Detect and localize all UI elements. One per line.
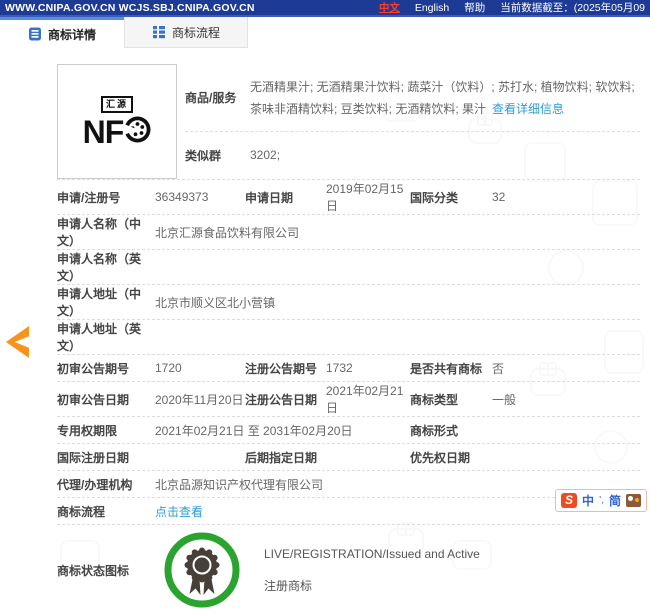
field-label: 申请人名称（中文） xyxy=(57,215,155,249)
table-row: 申请人地址（中文） 北京市顺义区北小营镇 xyxy=(57,285,640,320)
nfc-logo: NF xyxy=(83,116,152,148)
field-label: 代理/办理机构 xyxy=(57,476,155,493)
field-label: 注册公告日期 xyxy=(245,391,326,408)
trademark-status-row: 商标状态图标 LIVE/REGIST xyxy=(57,525,650,615)
field-value: 36349373 xyxy=(155,190,245,204)
help-link[interactable]: 帮助 xyxy=(464,0,485,15)
field-label: 是否共有商标 xyxy=(410,360,492,377)
table-row: 申请人地址（英文） xyxy=(57,320,640,355)
field-label: 后期指定日期 xyxy=(245,449,326,466)
field-label: 注册公告期号 xyxy=(245,360,326,377)
table-row: 专用权期限 2021年02月21日 至 2031年02月20日 商标形式 xyxy=(57,417,640,444)
field-label: 商标形式 xyxy=(410,422,492,439)
trademark-detail-panel: 汇源 NF 商品/服务 无酒精果汁; 无酒精果汁饮料; 蔬菜汁（饮料）; 苏打水… xyxy=(0,64,650,615)
field-label: 初审公告期号 xyxy=(57,360,155,377)
field-label: 申请人名称（英文） xyxy=(57,250,155,284)
ime-chinese-mode[interactable]: 中 xyxy=(582,492,594,509)
ime-skin-icon[interactable] xyxy=(626,494,641,507)
field-value: 否 xyxy=(492,360,640,377)
field-label: 申请人地址（英文） xyxy=(57,320,155,354)
site-url: WWW.CNIPA.GOV.CN WCJS.SBJ.CNIPA.GOV.CN xyxy=(5,2,255,14)
sogou-logo-icon[interactable]: S xyxy=(561,493,577,508)
topbar: WWW.CNIPA.GOV.CN WCJS.SBJ.CNIPA.GOV.CN 中… xyxy=(0,0,650,17)
field-value: 2019年02月15日 xyxy=(326,180,410,214)
registered-medal-icon xyxy=(163,531,241,609)
field-value: 一般 xyxy=(492,391,640,408)
field-value: 32 xyxy=(492,190,640,204)
data-cutoff-date: 当前数据截至：(2025年05月09 xyxy=(500,0,645,15)
view-details-link[interactable]: 查看详细信息 xyxy=(492,102,564,116)
ime-simplified-toggle[interactable]: 简 xyxy=(609,492,621,509)
trademark-image: 汇源 NF xyxy=(57,64,177,179)
field-value: 北京市顺义区北小营镇 xyxy=(155,294,640,311)
huiyuan-logo: 汇源 xyxy=(101,96,133,113)
table-row: 初审公告期号 1720 注册公告期号 1732 是否共有商标 否 xyxy=(57,355,640,382)
goods-services-value: 无酒精果汁; 无酒精果汁饮料; 蔬菜汁（饮料）; 苏打水; 植物饮料; 软饮料;… xyxy=(250,76,640,120)
status-line-chinese: 注册商标 xyxy=(264,577,480,594)
table-row: 申请/注册号 36349373 申请日期 2019年02月15日 国际分类 32 xyxy=(57,180,640,215)
lang-english-link[interactable]: English xyxy=(415,2,449,14)
table-row: 初审公告日期 2020年11月20日 注册公告日期 2021年02月21日 商标… xyxy=(57,382,640,417)
status-line-english: LIVE/REGISTRATION/Issued and Active xyxy=(264,547,480,561)
field-label: 申请人地址（中文） xyxy=(57,285,155,319)
status-label: 商标状态图标 xyxy=(57,562,155,579)
field-label: 商标类型 xyxy=(410,391,492,408)
document-icon xyxy=(28,27,42,41)
table-row: 申请人名称（中文） 北京汇源食品饮料有限公司 xyxy=(57,215,640,250)
field-value: 2021年02月21日 xyxy=(326,382,410,416)
tab-label: 商标流程 xyxy=(172,24,220,41)
field-value: 2020年11月20日 xyxy=(155,391,245,408)
info-table: 申请/注册号 36349373 申请日期 2019年02月15日 国际分类 32… xyxy=(57,179,640,525)
field-label: 国际注册日期 xyxy=(57,449,155,466)
field-label: 专用权期限 xyxy=(57,422,155,439)
sogou-ime-bar[interactable]: S 中 ’, 简 xyxy=(555,489,647,512)
table-row: 商标流程 点击查看 xyxy=(57,498,640,525)
tab-bar: 商标详情 商标流程 xyxy=(0,17,650,48)
field-value: 1720 xyxy=(155,361,245,375)
field-value: 北京汇源食品饮料有限公司 xyxy=(155,224,640,241)
tab-trademark-process[interactable]: 商标流程 xyxy=(124,17,248,48)
lang-chinese-link[interactable]: 中文 xyxy=(379,0,400,15)
field-label: 申请日期 xyxy=(245,189,326,206)
ime-punctuation-toggle[interactable]: ’, xyxy=(599,495,604,506)
tab-label: 商标详情 xyxy=(48,26,96,43)
tab-trademark-details[interactable]: 商标详情 xyxy=(0,17,124,48)
goods-services-label: 商品/服务 xyxy=(185,89,250,106)
list-icon xyxy=(152,25,166,39)
field-value: 1732 xyxy=(326,361,410,375)
similar-group-label: 类似群 xyxy=(185,147,250,164)
field-value: 2021年02月21日 至 2031年02月20日 xyxy=(155,422,410,439)
table-row: 代理/办理机构 北京品源知识产权代理有限公司 xyxy=(57,471,640,498)
field-label: 国际分类 xyxy=(410,189,492,206)
similar-group-value: 3202; xyxy=(250,144,640,166)
table-row: 国际注册日期 后期指定日期 优先权日期 xyxy=(57,444,640,471)
field-label: 初审公告日期 xyxy=(57,391,155,408)
field-label: 商标流程 xyxy=(57,503,155,520)
field-label: 优先权日期 xyxy=(410,449,492,466)
table-row: 申请人名称（英文） xyxy=(57,250,640,285)
field-label: 申请/注册号 xyxy=(57,189,155,206)
fruit-slice-c-icon xyxy=(123,116,151,148)
